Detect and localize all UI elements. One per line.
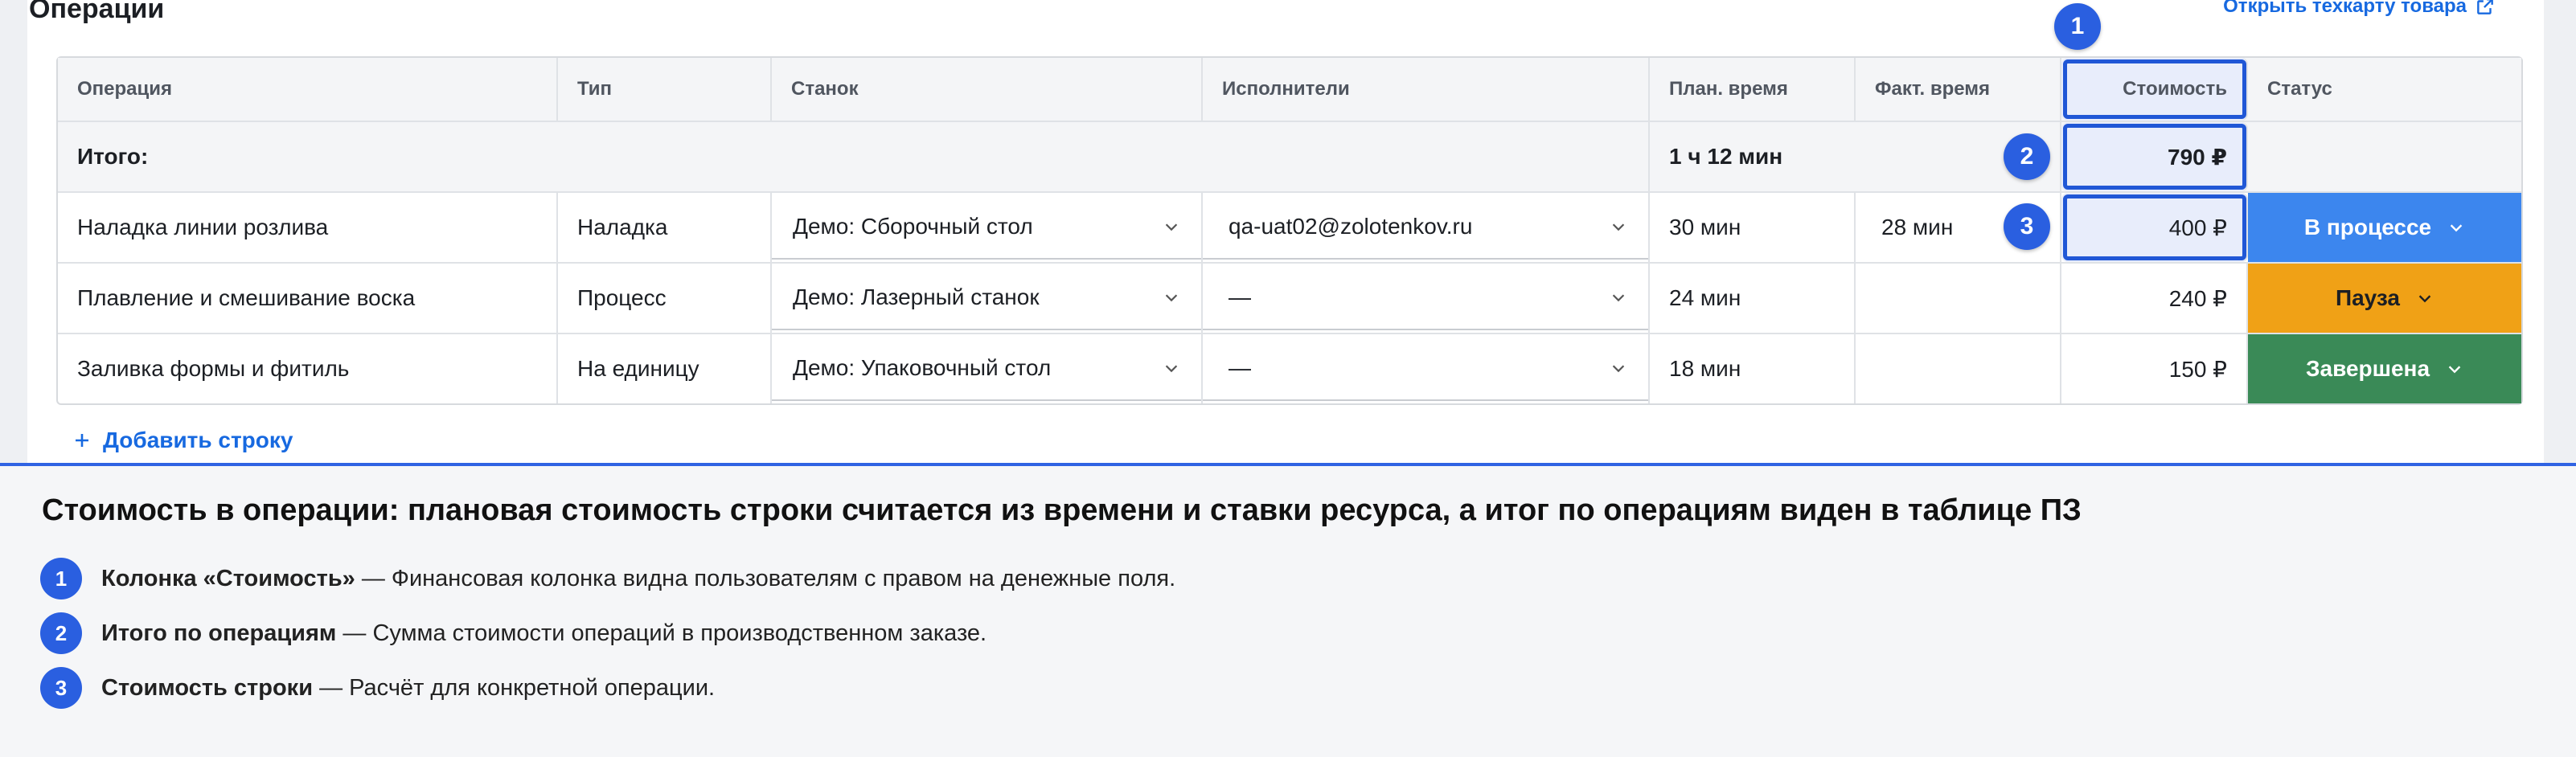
item-number: 1	[40, 558, 82, 599]
row-cost: 400 ₽	[2061, 193, 2248, 262]
callout-badge-1: 1	[2054, 3, 2101, 50]
executor-select[interactable]: —	[1203, 266, 1648, 330]
add-row-button[interactable]: Добавить строку	[72, 428, 293, 453]
row-cost: 150 ₽	[2061, 334, 2248, 403]
total-cost: 790 ₽	[2061, 122, 2248, 191]
explanation-title: Стоимость в операции: плановая стоимость…	[42, 493, 2082, 527]
table-row: Заливка формы и фитиль На единицу Демо: …	[58, 334, 2521, 403]
plan-time: 24 мин	[1650, 264, 1856, 333]
machine-select[interactable]: Демо: Лазерный станок	[772, 266, 1201, 330]
item-term: Итого по операциям	[101, 620, 337, 646]
header-executors[interactable]: Исполнители	[1203, 58, 1650, 121]
plus-icon	[76, 434, 88, 447]
status-dropdown[interactable]: Завершена	[2248, 334, 2521, 403]
callout-badge-3: 3	[2004, 203, 2050, 250]
machine-value: Демо: Упаковочный стол	[793, 355, 1052, 380]
header-type[interactable]: Тип	[558, 58, 772, 121]
item-term: Колонка «Стоимость»	[101, 565, 355, 591]
executor-select[interactable]: qa-uat02@zolotenkov.ru	[1203, 195, 1648, 260]
chevron-down-icon	[2448, 366, 2461, 374]
operation-type: Процесс	[558, 264, 772, 333]
chevron-down-icon	[1612, 294, 1625, 302]
operation-type: На единицу	[558, 334, 772, 403]
explanation-item: 3 Стоимость строки — Расчёт для конкретн…	[40, 667, 715, 709]
machine-select[interactable]: Демо: Сборочный стол	[772, 195, 1201, 260]
row-cost: 240 ₽	[2061, 264, 2248, 333]
section-title: Операции	[29, 0, 165, 24]
item-term: Стоимость строки	[101, 674, 314, 701]
chevron-down-icon	[1165, 365, 1178, 373]
item-text: — Сумма стоимости операций в производств…	[336, 620, 987, 646]
header-cost[interactable]: Стоимость	[2061, 58, 2248, 121]
executor-value: qa-uat02@zolotenkov.ru	[1229, 214, 1473, 239]
total-label: Итого:	[77, 144, 149, 169]
callout-badge-2: 2	[2004, 133, 2050, 180]
explanation-item: 1 Колонка «Стоимость» — Финансовая колон…	[40, 558, 1175, 599]
add-row-label: Добавить строку	[103, 428, 293, 452]
external-link-icon	[2477, 0, 2493, 14]
item-text: — Финансовая колонка видна пользователям…	[355, 565, 1176, 591]
explanation-item: 2 Итого по операциям — Сумма стоимости о…	[40, 612, 987, 654]
item-number: 2	[40, 612, 82, 654]
operations-area: Операции Открыть техкарту товара Операци…	[0, 0, 2576, 463]
table-header: Операция Тип Станок Исполнители План. вр…	[58, 58, 2521, 122]
chevron-down-icon	[1165, 223, 1178, 231]
open-techcard-link[interactable]: Открыть техкарту товара	[2223, 0, 2496, 18]
plan-time: 30 мин	[1650, 193, 1856, 262]
header-plan-time[interactable]: План. время	[1650, 58, 1856, 121]
header-status[interactable]: Статус	[2248, 58, 2521, 121]
executor-value: —	[1229, 355, 1251, 380]
operation-name: Заливка формы и фитиль	[58, 334, 558, 403]
operation-name: Плавление и смешивание воска	[58, 264, 558, 333]
executor-select[interactable]: —	[1203, 337, 1648, 401]
fact-time[interactable]	[1856, 334, 2061, 403]
header-fact-time[interactable]: Факт. время	[1856, 58, 2061, 121]
status-dropdown[interactable]: В процессе	[2248, 193, 2521, 262]
chevron-down-icon	[1612, 223, 1625, 231]
machine-select[interactable]: Демо: Упаковочный стол	[772, 337, 1201, 401]
status-dropdown[interactable]: Пауза	[2248, 264, 2521, 333]
operations-table: Операция Тип Станок Исполнители План. вр…	[56, 56, 2523, 405]
machine-value: Демо: Сборочный стол	[793, 214, 1033, 239]
table-row: Плавление и смешивание воска Процесс Дем…	[58, 264, 2521, 334]
plan-time: 18 мин	[1650, 334, 1856, 403]
item-text: — Расчёт для конкретной операции.	[313, 674, 716, 701]
chevron-down-icon	[1165, 294, 1178, 302]
table-row: Наладка линии розлива Наладка Демо: Сбор…	[58, 193, 2521, 264]
status-label: В процессе	[2303, 215, 2432, 239]
explanation-panel: Стоимость в операции: плановая стоимость…	[0, 466, 2576, 757]
item-text-wrap: Стоимость строки — Расчёт для конкретной…	[101, 675, 715, 702]
header-machine[interactable]: Станок	[772, 58, 1203, 121]
executor-value: —	[1229, 284, 1251, 309]
fact-time[interactable]	[1856, 264, 2061, 333]
item-number: 3	[40, 667, 82, 709]
operation-name: Наладка линии розлива	[58, 193, 558, 262]
total-row: Итого: 1 ч 12 мин 790 ₽	[58, 122, 2521, 193]
header-operation[interactable]: Операция	[58, 58, 558, 121]
status-label: Пауза	[2335, 285, 2401, 310]
chevron-down-icon	[2450, 224, 2463, 232]
item-text-wrap: Колонка «Стоимость» — Финансовая колонка…	[101, 566, 1175, 592]
machine-value: Демо: Лазерный станок	[793, 284, 1040, 309]
item-text-wrap: Итого по операциям — Сумма стоимости опе…	[101, 620, 987, 647]
chevron-down-icon	[1612, 365, 1625, 373]
open-techcard-label: Открыть техкарту товара	[2223, 0, 2467, 17]
total-plan-time: 1 ч 12 мин	[1669, 144, 1783, 169]
status-label: Завершена	[2305, 356, 2430, 381]
chevron-down-icon	[2418, 295, 2431, 303]
operation-type: Наладка	[558, 193, 772, 262]
